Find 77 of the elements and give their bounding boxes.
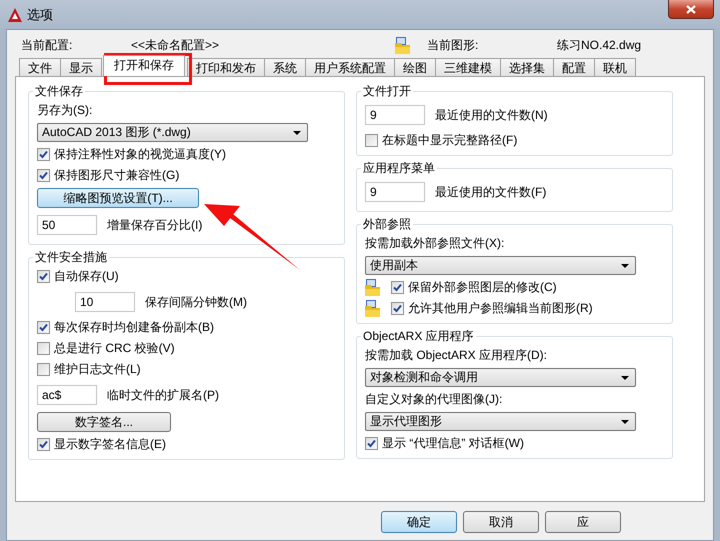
dropdown[interactable]: 对象检测和命令调用 [365,368,636,387]
input-field[interactable]: 50 [37,215,97,235]
checkbox[interactable] [391,302,404,315]
profile-label: 当前配置: [21,36,74,54]
dialog-button[interactable]: 确定 [381,511,457,533]
caret-icon [621,264,629,268]
checkbox[interactable] [365,134,378,147]
checkbox-label: 总是进行 CRC 校验(V) [54,340,175,357]
checkbox-label: 在标题中显示完整路径(F) [382,132,518,149]
tab[interactable]: 联机 [594,58,636,76]
checkbox[interactable] [37,363,50,376]
checkbox[interactable] [37,321,50,334]
caret-icon [621,420,629,424]
folder-drawing-icon [395,36,411,54]
group-title: 文件保存 [34,83,84,100]
checkbox-label: 保留外部参照图层的修改(C) [408,279,557,296]
group-title: 文件安全措施 [34,249,108,266]
close-button[interactable] [668,0,714,19]
field-label: 最近使用的文件数(F) [435,184,546,200]
window-title: 选项 [27,6,53,24]
group-title: ObjectARX 应用程序 [362,328,475,345]
tab[interactable]: 打印和发布 [187,58,265,76]
checkbox[interactable] [37,169,50,182]
dropdown[interactable]: 显示代理图形 [365,412,636,431]
checkbox[interactable] [37,342,50,355]
field-label: 增量保存百分比(I) [107,216,202,234]
dropdown[interactable]: 使用副本 [365,256,636,275]
settings-button[interactable]: 缩略图预览设置(T)... [37,188,199,208]
profile-value: <<未命名配置>> [131,36,220,54]
checkbox-label: 显示 “代理信息” 对话框(W) [382,435,524,452]
tab[interactable]: 选择集 [500,58,554,76]
checkbox-label: 每次保存时均创建备份副本(B) [54,319,214,336]
checkbox-label: 保持图形尺寸兼容性(G) [54,167,180,184]
field-label: 保存间隔分钟数(M) [145,294,247,310]
tab[interactable]: 显示 [60,58,102,76]
settings-button[interactable]: 数字签名... [37,412,171,432]
dialog-button[interactable]: 取消 [463,511,539,533]
tab[interactable]: 文件 [19,58,61,76]
folder-drawing-icon [365,300,381,317]
field-label: 自定义对象的代理图像(J): [365,391,504,408]
checkbox-label: 允许其他用户参照编辑当前图形(R) [408,300,593,317]
drawing-label: 当前图形: [427,36,480,54]
caret-icon [621,376,629,380]
input-field[interactable]: 9 [365,105,425,125]
checkbox[interactable] [391,281,404,294]
checkbox[interactable] [37,148,50,161]
checkbox-label: 自动保存(U) [54,268,119,285]
group-title: 文件打开 [362,83,412,100]
input-field[interactable]: 9 [365,182,425,202]
tab[interactable]: 配置 [553,58,595,76]
checkbox[interactable] [37,270,50,283]
tab[interactable]: 系统 [264,58,306,76]
input-field[interactable]: 10 [75,292,135,312]
checkbox-label: 显示数字签名信息(E) [54,436,166,453]
dropdown[interactable]: AutoCAD 2013 图形 (*.dwg) [37,123,308,142]
app-logo-icon [8,8,22,22]
field-label: 另存为(S): [37,102,94,119]
checkbox[interactable] [365,437,378,450]
caret-icon [293,130,301,134]
close-icon [686,4,696,14]
field-label: 最近使用的文件数(N) [435,106,548,124]
drawing-value: 练习NO.42.dwg [557,36,642,54]
input-field[interactable]: ac$ [37,385,97,405]
tab[interactable]: 打开和保存 [103,55,185,76]
group-title: 应用程序菜单 [362,160,436,177]
checkbox[interactable] [37,438,50,451]
group-title: 外部参照 [362,216,412,233]
field-label: 按需加载 ObjectARX 应用程序(D): [365,347,548,364]
tab[interactable]: 绘图 [394,58,436,76]
field-label: 临时文件的扩展名(P) [107,386,219,404]
checkbox-label: 保持注释性对象的视觉逼真度(Y) [54,146,226,163]
dialog-button[interactable]: 应 [545,511,621,533]
folder-drawing-icon [365,279,381,296]
field-label: 按需加载外部参照文件(X): [365,235,506,252]
tab[interactable]: 三维建模 [435,58,501,76]
tab[interactable]: 用户系统配置 [305,58,395,76]
checkbox-label: 维护日志文件(L) [54,361,141,378]
